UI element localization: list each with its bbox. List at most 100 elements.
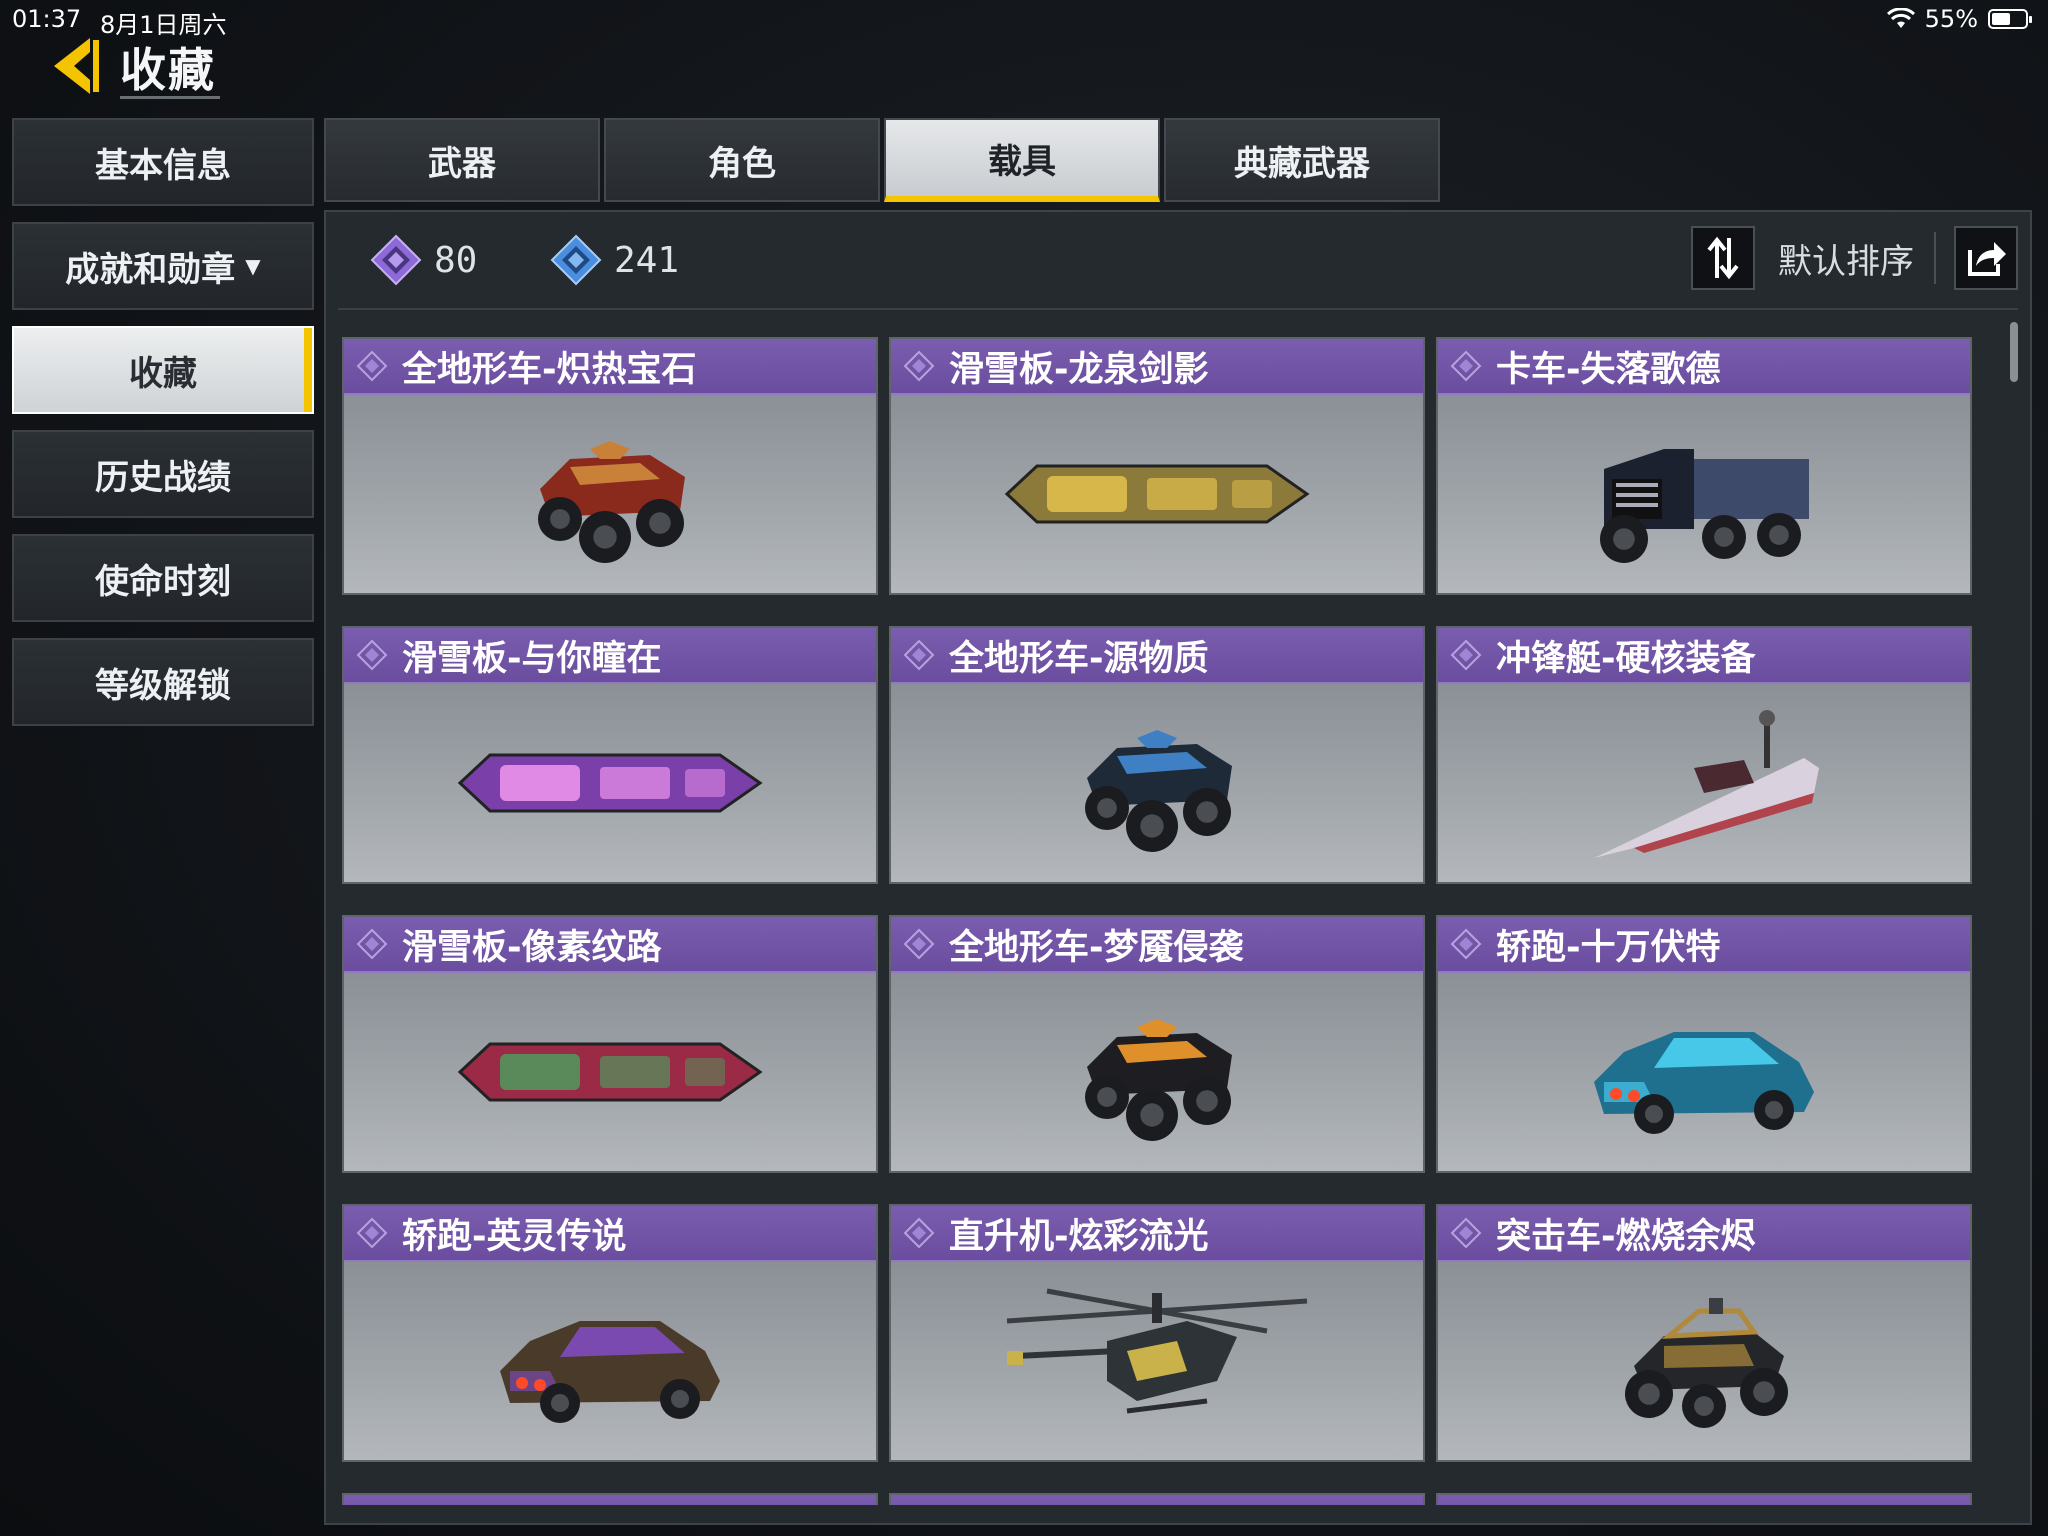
card-header: 直升机-炫彩流光 [891,1206,1423,1262]
nav-label: 使命时刻 [95,561,231,602]
vehicle-card[interactable]: 突击车-燃烧余烬 [1436,1204,1972,1462]
vehicle-card[interactable]: 全地形车-源物质 [889,626,1425,884]
currency-blue: 241 [550,234,679,286]
collection-mark-icon [356,350,388,382]
nav-collection[interactable]: 收藏 [12,326,314,414]
dropdown-caret-icon: ▼ [245,254,261,278]
scrollbar[interactable] [2010,322,2018,382]
card-header: 冲锋艇-硬核装备 [1438,628,1970,684]
vehicle-card-partial[interactable] [1436,1493,1972,1505]
share-icon [1968,242,2006,276]
card-title: 轿跑-英灵传说 [402,1216,627,1257]
vehicle-card[interactable]: 滑雪板-与你瞳在 [342,626,878,884]
vehicle-card[interactable]: 全地形车-炽热宝石 [342,337,878,595]
status-bar: 01:37 8月1日周六 55% [0,0,2048,40]
card-header: 全地形车-梦魇侵袭 [891,917,1423,973]
vehicle-card[interactable]: 轿跑-十万伏特 [1436,915,1972,1173]
vehicle-card[interactable]: 直升机-炫彩流光 [889,1204,1425,1462]
nav-label: 收藏 [129,353,197,394]
title-underline [120,96,220,99]
nav-label: 成就和勋章 [65,249,236,290]
sort-label[interactable]: 默认排序 [1778,234,1914,283]
currency-blue-value: 241 [614,239,680,281]
collection-mark-icon [903,639,935,671]
collection-mark-icon [1450,1217,1482,1249]
board-vehicle-icon [457,1042,763,1102]
car-vehicle-icon [500,1321,720,1423]
tab-vehicles[interactable]: 载具 [884,118,1160,202]
card-header: 轿跑-十万伏特 [1438,917,1970,973]
sort-arrows-icon [1707,236,1739,280]
atv-vehicle-icon [1085,1019,1232,1141]
card-title: 突击车-燃烧余烬 [1496,1216,1756,1257]
truck-vehicle-icon [1600,449,1809,563]
vehicle-grid: 全地形车-炽热宝石 滑雪板-龙泉剑影 卡车-失落歌德 滑雪板-与你瞳在 全地形车… [342,337,1976,1505]
vehicle-image [1438,395,1970,593]
vehicle-card[interactable]: 冲锋艇-硬核装备 [1436,626,1972,884]
card-title: 全地形车-炽热宝石 [402,349,697,390]
blue-diamond-icon [550,234,602,286]
card-header: 滑雪板-与你瞳在 [344,628,876,684]
nav-history[interactable]: 历史战绩 [12,430,314,518]
vehicle-image [1438,973,1970,1171]
tab-label: 载具 [988,141,1056,182]
boat-vehicle-icon [1594,710,1819,858]
vehicle-card[interactable]: 卡车-失落歌德 [1436,337,1972,595]
tab-label: 武器 [428,143,496,184]
status-time: 01:37 [12,5,82,33]
card-header: 全地形车-源物质 [891,628,1423,684]
collection-mark-icon [903,350,935,382]
card-header: 滑雪板-龙泉剑影 [891,339,1423,395]
vehicle-card[interactable]: 轿跑-英灵传说 [342,1204,878,1462]
nav-achievements[interactable]: 成就和勋章 ▼ [12,222,314,310]
status-right: 55% [1886,5,2032,33]
wifi-icon [1886,8,1915,28]
card-title: 卡车-失落歌德 [1496,349,1721,390]
vehicle-image [1438,684,1970,882]
card-header: 全地形车-炽热宝石 [344,339,876,395]
vehicle-image [344,973,876,1171]
collection-mark-icon [1450,639,1482,671]
battery-percent: 55% [1924,5,1978,33]
board-vehicle-icon [1004,464,1310,524]
vehicle-image [344,684,876,882]
card-header: 滑雪板-像素纹路 [344,917,876,973]
page-title: 收藏 [120,43,216,97]
vehicle-image [891,973,1423,1171]
atv-vehicle-icon [538,441,685,563]
vehicle-card-partial[interactable] [889,1493,1425,1505]
card-header [891,1495,1423,1505]
toolbar-divider [1934,232,1936,284]
tab-characters[interactable]: 角色 [604,118,880,202]
vehicle-card[interactable]: 滑雪板-像素纹路 [342,915,878,1173]
heli-vehicle-icon [1006,1288,1308,1414]
vehicle-image [891,395,1423,593]
nav-level-unlock[interactable]: 等级解锁 [12,638,314,726]
vehicle-card-partial[interactable] [342,1493,878,1505]
card-header: 突击车-燃烧余烬 [1438,1206,1970,1262]
vehicle-card[interactable]: 全地形车-梦魇侵袭 [889,915,1425,1173]
vehicle-card[interactable]: 滑雪板-龙泉剑影 [889,337,1425,595]
battery-icon [1988,9,2032,29]
tab-weapons[interactable]: 武器 [324,118,600,202]
back-button[interactable] [46,34,118,98]
nav-label: 历史战绩 [95,457,231,498]
card-title: 全地形车-梦魇侵袭 [949,927,1244,968]
tab-collector-weapons[interactable]: 典藏武器 [1164,118,1440,202]
nav-label: 等级解锁 [95,665,231,706]
nav-moments[interactable]: 使命时刻 [12,534,314,622]
card-title: 全地形车-源物质 [949,638,1209,679]
card-title: 冲锋艇-硬核装备 [1496,638,1756,679]
collection-mark-icon [356,639,388,671]
collection-mark-icon [1450,928,1482,960]
vehicle-image [344,1262,876,1460]
card-title: 滑雪板-像素纹路 [402,927,662,968]
board-vehicle-icon [457,753,763,813]
vehicle-image [891,1262,1423,1460]
nav-basic-info[interactable]: 基本信息 [12,118,314,206]
vehicle-image [1438,1262,1970,1460]
sort-toggle-button[interactable] [1691,226,1755,290]
share-button[interactable] [1954,226,2018,290]
collection-mark-icon [1450,350,1482,382]
vehicle-image [891,684,1423,882]
